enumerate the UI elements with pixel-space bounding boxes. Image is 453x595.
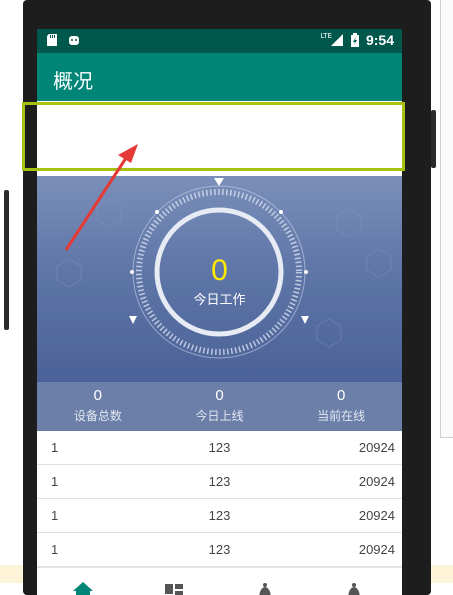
background-page-edge: [440, 0, 453, 438]
today-work-count: 0: [211, 254, 228, 287]
cell-value: 20924: [358, 440, 395, 455]
status-bar: LTE 9:54: [37, 29, 402, 53]
cell-value: 20924: [358, 542, 395, 557]
volume-button: [431, 110, 436, 168]
dashboard-icon[interactable]: [162, 580, 186, 595]
stat-label: 设备总数: [73, 409, 122, 423]
stat-value: 0: [93, 387, 102, 404]
background-strip: [431, 565, 453, 583]
stat-label: 今日上线: [195, 409, 244, 423]
stat-online-today: 0 今日上线: [159, 382, 281, 431]
cell-code: 123: [208, 440, 231, 455]
stat-label: 当前在线: [317, 409, 366, 423]
cell-code: 123: [208, 508, 231, 523]
bottom-navigation: [37, 567, 402, 595]
stat-value: 0: [337, 387, 346, 404]
cell-code: 123: [208, 474, 231, 489]
cell-value: 20924: [358, 508, 395, 523]
background-strip: [0, 565, 23, 583]
signal-icon: [330, 34, 343, 46]
highlight-box: [22, 102, 405, 171]
stat-total-devices: 0 设备总数: [37, 382, 159, 431]
android-icon: [69, 36, 79, 45]
table-row[interactable]: 1 123 20924: [37, 499, 402, 533]
battery-icon: [350, 32, 359, 47]
today-work-label: 今日工作: [193, 293, 246, 308]
stat-currently-online: 0 当前在线: [280, 382, 402, 431]
device-list: 1 123 20924 1 123 20924 1 123 20924 1 12…: [37, 431, 402, 567]
gauge-marker-icon: [214, 178, 224, 186]
table-row[interactable]: 1 123 20924: [37, 431, 402, 465]
sd-card-icon: [47, 34, 57, 46]
cell-code: 123: [208, 542, 231, 557]
bell-icon[interactable]: [342, 580, 366, 595]
table-row[interactable]: 1 123 20924: [37, 533, 402, 567]
dashboard-panel: 0 今日工作: [37, 176, 402, 382]
app-bar: 概况: [37, 53, 402, 101]
bell-icon[interactable]: [253, 580, 277, 595]
page-title: 概况: [53, 69, 93, 93]
side-button: [4, 190, 9, 330]
network-type-label: LTE: [320, 32, 332, 40]
stat-value: 0: [215, 387, 224, 404]
home-icon[interactable]: [71, 580, 95, 595]
cell-value: 20924: [358, 474, 395, 489]
table-row[interactable]: 1 123 20924: [37, 465, 402, 499]
stats-bar: 0 设备总数 0 今日上线 0 当前在线: [37, 382, 402, 431]
status-time: 9:54: [365, 32, 394, 48]
